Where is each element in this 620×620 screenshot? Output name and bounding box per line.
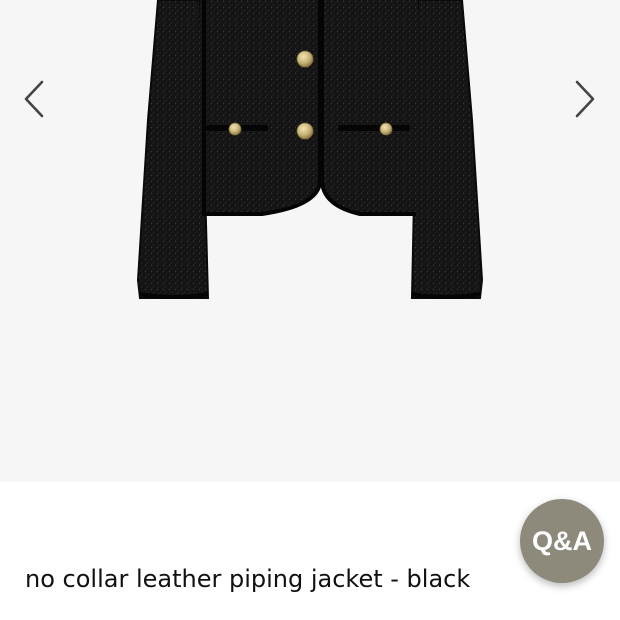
chevron-right-icon — [575, 80, 595, 118]
jacket-button — [228, 122, 242, 136]
right-front-panel — [320, 0, 419, 214]
chevron-left-icon — [24, 80, 44, 118]
product-image-gallery[interactable] — [0, 0, 620, 482]
jacket-button — [379, 122, 393, 136]
product-detail-page: no collar leather piping jacket - black … — [0, 0, 620, 620]
left-front-panel — [200, 0, 320, 214]
previous-image-button[interactable] — [14, 74, 54, 124]
right-pocket-flap — [338, 125, 410, 131]
left-sleeve — [136, 0, 210, 299]
product-title: no collar leather piping jacket - black — [25, 565, 471, 593]
jacket-button — [296, 122, 314, 140]
next-image-button[interactable] — [565, 74, 605, 124]
qa-button[interactable]: Q&A — [520, 499, 604, 583]
jacket-button — [296, 50, 314, 68]
product-image — [136, 0, 484, 299]
right-sleeve — [410, 0, 484, 299]
